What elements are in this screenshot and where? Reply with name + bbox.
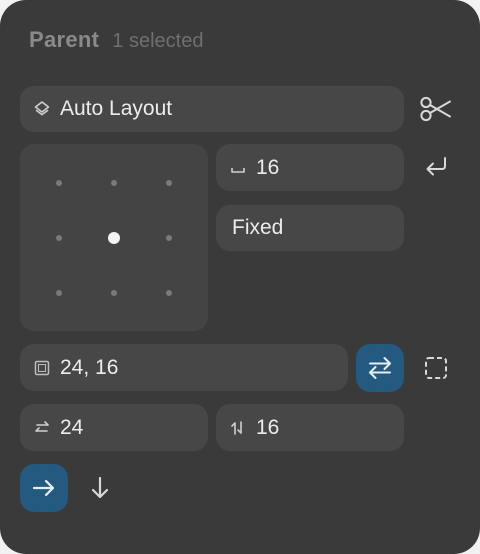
padding-field[interactable]: 24, 16 — [20, 344, 348, 391]
horizontal-arrows-icon — [32, 418, 52, 438]
swap-arrows-icon[interactable] — [356, 344, 404, 392]
align-top-left[interactable] — [56, 180, 62, 186]
padding-icon — [32, 358, 52, 378]
scissors-icon[interactable] — [416, 92, 456, 126]
horizontal-padding-field[interactable]: 24 — [20, 404, 208, 451]
return-icon[interactable] — [418, 150, 454, 184]
align-middle-right[interactable] — [166, 235, 172, 241]
vertical-arrows-icon — [228, 418, 248, 438]
align-bottom-center[interactable] — [111, 290, 117, 296]
layers-icon — [32, 99, 52, 119]
right-arrow-icon[interactable] — [20, 464, 68, 512]
sizing-select[interactable]: Fixed — [216, 205, 404, 251]
sizing-value: Fixed — [232, 216, 284, 239]
auto-layout-field[interactable]: Auto Layout — [20, 86, 404, 132]
align-middle-left[interactable] — [56, 235, 62, 241]
vertical-padding-value: 16 — [256, 415, 280, 439]
align-top-right[interactable] — [166, 180, 172, 186]
align-center[interactable] — [108, 232, 120, 244]
align-bottom-left[interactable] — [56, 290, 62, 296]
auto-layout-label: Auto Layout — [60, 97, 173, 120]
align-bottom-right[interactable] — [166, 290, 172, 296]
panel-header: Parent 1 selected — [29, 27, 203, 57]
dashed-square-icon[interactable] — [418, 350, 454, 386]
gap-field[interactable]: 16 — [216, 144, 404, 191]
panel-title: Parent — [29, 27, 100, 52]
padding-value: 24, 16 — [60, 355, 119, 379]
down-arrow-icon[interactable] — [80, 466, 120, 510]
gap-icon — [228, 158, 248, 178]
gap-value: 16 — [256, 155, 280, 179]
selection-count: 1 selected — [112, 30, 204, 52]
alignment-grid[interactable] — [20, 144, 208, 331]
vertical-padding-field[interactable]: 16 — [216, 404, 404, 451]
horizontal-padding-value: 24 — [60, 415, 84, 439]
auto-layout-panel: Parent 1 selected Auto Layout 16 Fixed 2… — [0, 0, 480, 554]
align-top-center[interactable] — [111, 180, 117, 186]
